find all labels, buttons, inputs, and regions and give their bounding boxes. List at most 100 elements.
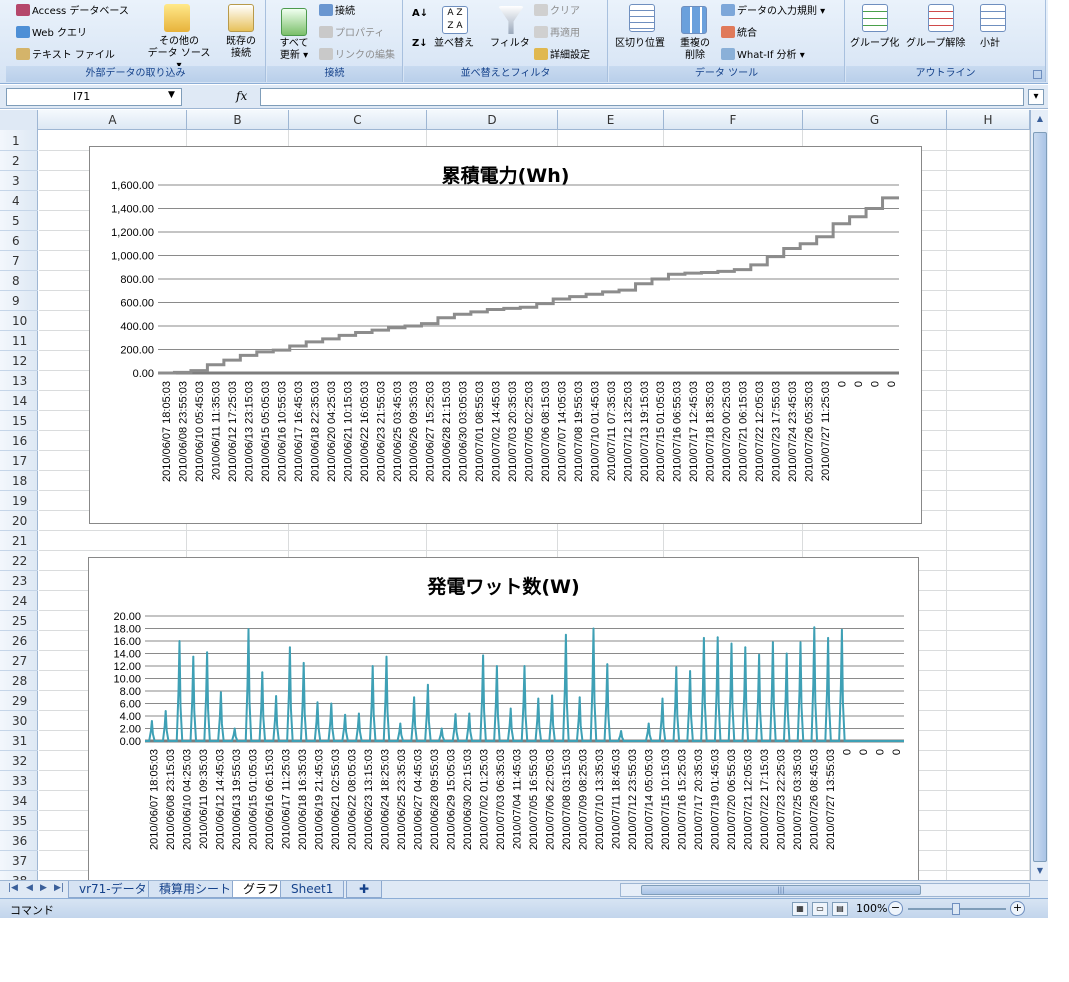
row-header-3[interactable]: 3 [0, 171, 38, 191]
last-sheet-icon[interactable]: ▶| [54, 883, 64, 893]
sort-ascending-button[interactable]: A↓ [412, 8, 428, 20]
row-header-8[interactable]: 8 [0, 271, 38, 291]
row-header-28[interactable]: 28 [0, 671, 38, 691]
row-header-35[interactable]: 35 [0, 811, 38, 831]
column-header-F[interactable]: F [664, 110, 803, 130]
column-header-G[interactable]: G [803, 110, 947, 130]
group-button[interactable]: グループ化 [850, 38, 899, 50]
scroll-up-icon[interactable]: ▲ [1033, 112, 1047, 126]
sort-button[interactable]: 並べ替え [434, 38, 474, 50]
sort-descending-button[interactable]: Z↓ [412, 38, 428, 50]
row-header-20[interactable]: 20 [0, 511, 38, 531]
row-header-23[interactable]: 23 [0, 571, 38, 591]
reapply-button[interactable]: 再適用 [534, 26, 580, 40]
row-header-6[interactable]: 6 [0, 231, 38, 251]
refresh-all-button[interactable]: すべて 更新 ▾ [271, 38, 317, 62]
normal-view-icon[interactable]: ▦ [792, 902, 808, 916]
zoom-in-icon[interactable]: + [1010, 901, 1025, 916]
row-header-33[interactable]: 33 [0, 771, 38, 791]
row-header-29[interactable]: 29 [0, 691, 38, 711]
ungroup-button[interactable]: グループ解除 [906, 38, 965, 50]
page-break-view-icon[interactable]: ▤ [832, 902, 848, 916]
cell-area[interactable]: 累積電力(Wh) 1,600.00 1,400.00 1,200.00 1,000.0… [39, 130, 1030, 880]
row-header-27[interactable]: 27 [0, 651, 38, 671]
insert-sheet-icon[interactable]: ✚ [346, 881, 382, 898]
zoom-slider-knob[interactable] [952, 903, 960, 915]
row-header-24[interactable]: 24 [0, 591, 38, 611]
chart-generation-watts[interactable]: 発電ワット数(W) 20.00 18.00 16.00 14.00 12.00 10.00… [88, 557, 919, 880]
row-header-5[interactable]: 5 [0, 211, 38, 231]
edit-links-button[interactable]: リンクの編集 [319, 48, 395, 62]
row-header-31[interactable]: 31 [0, 731, 38, 751]
subtotal-button[interactable]: 小計 [980, 38, 1000, 50]
zoom-level[interactable]: 100% [856, 902, 887, 915]
column-header-D[interactable]: D [427, 110, 558, 130]
chevron-down-icon[interactable]: ▼ [168, 90, 175, 100]
horizontal-scroll-thumb[interactable]: ||| [641, 885, 921, 895]
row-header-36[interactable]: 36 [0, 831, 38, 851]
clear-button[interactable]: クリア [534, 4, 580, 18]
name-box[interactable]: I71 [6, 88, 182, 106]
row-header-2[interactable]: 2 [0, 151, 38, 171]
zoom-out-icon[interactable]: − [888, 901, 903, 916]
row-header-7[interactable]: 7 [0, 251, 38, 271]
row-header-34[interactable]: 34 [0, 791, 38, 811]
remove-duplicates-button[interactable]: 重複の 削除 [675, 38, 715, 62]
row-header-22[interactable]: 22 [0, 551, 38, 571]
row-header-25[interactable]: 25 [0, 611, 38, 631]
text-file-button[interactable]: テキスト ファイル [16, 48, 115, 62]
vertical-scroll-thumb[interactable] [1033, 132, 1047, 862]
data-validation-button[interactable]: データの入力規則 ▾ [721, 4, 825, 18]
row-header-9[interactable]: 9 [0, 291, 38, 311]
row-header-17[interactable]: 17 [0, 451, 38, 471]
what-if-button[interactable]: What-If 分析 ▾ [721, 48, 805, 62]
row-header-19[interactable]: 19 [0, 491, 38, 511]
connections-button[interactable]: 接続 [319, 4, 355, 18]
row-header-15[interactable]: 15 [0, 411, 38, 431]
page-layout-view-icon[interactable]: ▭ [812, 902, 828, 916]
web-query-button[interactable]: Web クエリ [16, 26, 87, 40]
text-to-columns-button[interactable]: 区切り位置 [615, 38, 665, 50]
row-header-1[interactable]: 1 [0, 131, 38, 151]
row-header-21[interactable]: 21 [0, 531, 38, 551]
prev-sheet-icon[interactable]: ◀ [26, 883, 33, 893]
advanced-filter-button[interactable]: 詳細設定 [534, 48, 590, 62]
column-header-C[interactable]: C [289, 110, 427, 130]
next-sheet-icon[interactable]: ▶ [40, 883, 47, 893]
row-header-4[interactable]: 4 [0, 191, 38, 211]
row-header-10[interactable]: 10 [0, 311, 38, 331]
sheet-tab-3[interactable]: Sheet1 [280, 881, 345, 898]
scroll-down-icon[interactable]: ▼ [1033, 864, 1047, 878]
row-header-32[interactable]: 32 [0, 751, 38, 771]
outline-dialog-launcher-icon[interactable] [1033, 70, 1042, 79]
expand-formula-bar-icon[interactable]: ▾ [1028, 89, 1044, 105]
column-header-B[interactable]: B [187, 110, 289, 130]
row-header-38[interactable]: 38 [0, 871, 38, 880]
consolidate-button[interactable]: 統合 [721, 26, 757, 40]
sheet-tab-1[interactable]: 積算用シート [148, 881, 243, 898]
access-button[interactable]: Access データベース [16, 4, 129, 18]
row-header-11[interactable]: 11 [0, 331, 38, 351]
row-header-18[interactable]: 18 [0, 471, 38, 491]
horizontal-scrollbar[interactable]: ||| [620, 883, 1030, 897]
row-header-13[interactable]: 13 [0, 371, 38, 391]
existing-connections-button[interactable]: 既存の 接続 [218, 36, 264, 60]
column-header-E[interactable]: E [558, 110, 664, 130]
row-header-30[interactable]: 30 [0, 711, 38, 731]
formula-input[interactable] [260, 88, 1024, 106]
row-header-37[interactable]: 37 [0, 851, 38, 871]
chart-cumulative-power[interactable]: 累積電力(Wh) 1,600.00 1,400.00 1,200.00 1,000.0… [89, 146, 922, 524]
row-header-16[interactable]: 16 [0, 431, 38, 451]
select-all-corner[interactable] [0, 110, 38, 130]
row-header-14[interactable]: 14 [0, 391, 38, 411]
first-sheet-icon[interactable]: |◀ [8, 883, 18, 893]
column-header-A[interactable]: A [39, 110, 187, 130]
sheet-tab-0[interactable]: vr71-データ [68, 881, 158, 898]
vertical-scrollbar[interactable]: ▲ ▼ [1030, 110, 1048, 880]
column-header-H[interactable]: H [947, 110, 1030, 130]
filter-button[interactable]: フィルタ [490, 38, 530, 50]
row-header-26[interactable]: 26 [0, 631, 38, 651]
row-header-12[interactable]: 12 [0, 351, 38, 371]
insert-function-icon[interactable]: fx [236, 89, 256, 105]
properties-button[interactable]: プロパティ [319, 26, 384, 40]
